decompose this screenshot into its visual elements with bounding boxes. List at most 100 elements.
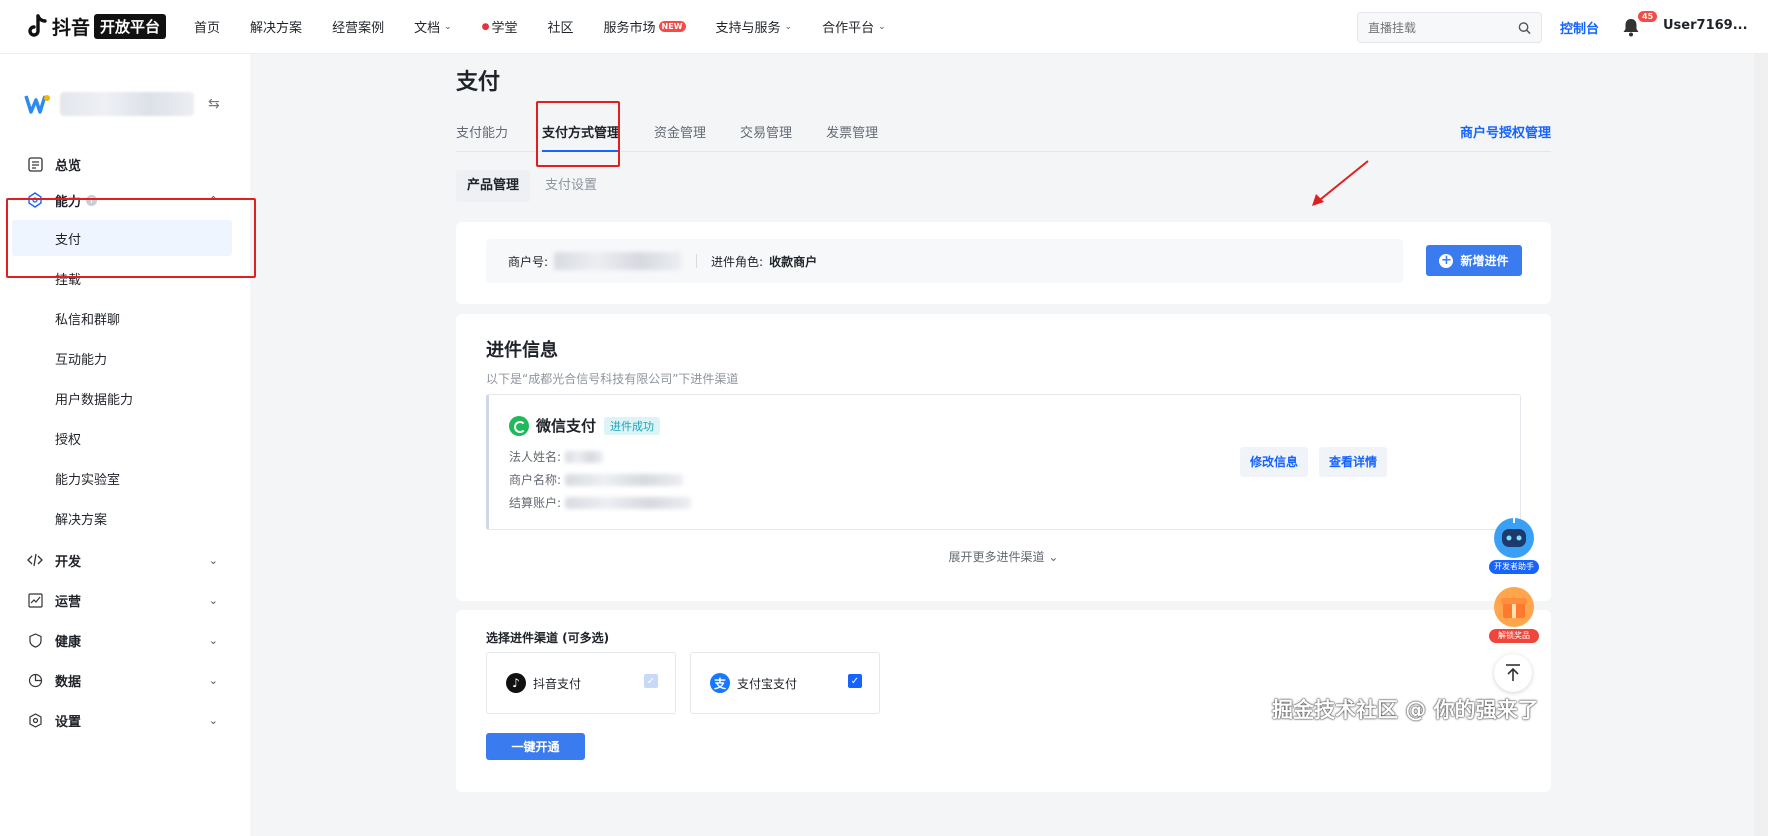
search-icon[interactable] [1518,21,1531,35]
chevron-down-icon: ⌄ [208,553,218,567]
sidebar: ⇆ 总览 能力 i ⌃ 支付 挂载 私信和群聊 互动能力 用户数据能力 授权 能… [0,54,250,836]
merchant-card: 商户号: 进件角色: 收款商户 + 新增进件 [456,222,1551,304]
chevron-down-icon: ⌄ [208,673,218,687]
back-to-top-button[interactable] [1494,654,1532,692]
sidebar-item-capability[interactable]: 能力 i ⌃ [0,180,250,220]
sidebar-menu: 总览 能力 i ⌃ 支付 挂载 私信和群聊 互动能力 用户数据能力 授权 能力实… [0,144,250,740]
nav-support[interactable]: 支持与服务 ⌄ [716,17,793,36]
sidebar-item-overview[interactable]: 总览 [0,144,250,184]
douyin-open-platform-logo[interactable]: 抖音 开放平台 [26,0,167,54]
app-name-redacted [60,92,194,116]
chevron-down-icon: ⌄ [784,21,793,32]
sidebar-item-settings[interactable]: 设置 ⌄ [0,700,250,740]
tab-invoice-management[interactable]: 发票管理 [826,108,878,151]
sidebar-item-label: 运营 [55,594,82,610]
nav-label: 服务市场 [603,21,656,36]
data-icon [26,671,44,689]
subtab-bar: 产品管理 支付设置 [456,170,612,202]
sidebar-item-health[interactable]: 健康 ⌄ [0,620,250,660]
search-input[interactable] [1368,20,1518,35]
sidebar-item-payment[interactable]: 支付 [12,220,232,256]
sidebar-item-lab[interactable]: 能力实验室 [12,460,232,496]
sidebar-item-label: 数据 [55,674,82,690]
nav-home[interactable]: 首页 [194,17,220,36]
sidebar-item-mount[interactable]: 挂载 [12,260,232,296]
app-selector[interactable]: ⇆ [24,92,224,116]
nav-label: 首页 [194,21,221,36]
merchant-id-redacted [554,252,683,270]
app-logo-icon [24,95,50,114]
sidebar-item-user-data[interactable]: 用户数据能力 [12,380,232,416]
sidebar-item-interaction[interactable]: 互动能力 [12,340,232,376]
user-menu[interactable]: User7169... [1663,18,1748,33]
merchant-id-label: 商户号: [508,254,549,269]
switch-app-icon[interactable]: ⇆ [208,96,220,112]
page-scrollbar[interactable] [1754,54,1768,836]
unlock-reward[interactable]: 解锁奖品 [1487,585,1541,643]
robot-icon [1494,518,1534,558]
view-details-button[interactable]: 查看详情 [1319,447,1388,477]
nav-community[interactable]: 社区 [548,17,574,36]
sidebar-item-solutions[interactable]: 解决方案 [12,500,232,536]
nav-label: 合作平台 [822,21,875,36]
chevron-down-icon: ⌄ [208,713,218,727]
main-nav: 首页 解决方案 经营案例 文档 ⌄ ● 学堂 社区 服务市场 NEW 支持与服务 ⌄ 合… [194,17,916,36]
sidebar-item-authorization[interactable]: 授权 [12,420,232,456]
subtab-product-management[interactable]: 产品管理 [456,170,531,202]
role-value: 收款商户 [769,254,818,269]
nav-cases[interactable]: 经营案例 [332,17,384,36]
tab-payment-capability[interactable]: 支付能力 [456,108,508,151]
merchant-authorization-link[interactable]: 商户号授权管理 [1460,122,1551,141]
sidebar-item-develop[interactable]: 开发 ⌄ [0,540,250,580]
field-label: 结算账户: [509,496,562,510]
expand-label: 展开更多进件渠道 [948,550,1045,564]
tab-payment-method-management[interactable]: 支付方式管理 [542,108,621,152]
merchant-name-redacted [565,473,684,486]
nav-market[interactable]: 服务市场 NEW [604,17,686,36]
arrow-up-icon [1506,664,1520,681]
info-icon[interactable]: i [86,194,98,206]
tab-fund-management[interactable]: 资金管理 [654,108,706,151]
nav-label: 文档 [414,21,441,36]
sidebar-item-data[interactable]: 数据 ⌄ [0,660,250,700]
sidebar-item-label: 能力 [55,194,82,210]
section-title: 进件信息 [486,340,558,361]
hot-dot-icon: ● [481,21,490,32]
operation-icon [26,591,44,609]
legal-name-field: 法人姓名: [509,448,604,465]
checkbox-checked-disabled: ✓ [644,674,658,688]
sidebar-item-messages[interactable]: 私信和群聊 [12,300,232,336]
chevron-down-icon: ⌄ [208,593,218,607]
assistant-label: 开发者助手 [1489,560,1539,574]
gift-icon [1494,587,1534,627]
bell-icon[interactable] [1622,17,1640,37]
sidebar-item-operation[interactable]: 运营 ⌄ [0,580,250,620]
merchant-name-field: 商户名称: [509,471,684,488]
nav-solutions[interactable]: 解决方案 [250,17,302,36]
notification-count-badge: 45 [1638,11,1658,22]
code-icon [26,551,44,569]
expand-more-channels[interactable]: 展开更多进件渠道 ⌄ [456,548,1551,565]
add-application-button[interactable]: + 新增进件 [1426,245,1522,276]
channel-name-text: 微信支付 [536,417,597,435]
nav-academy[interactable]: ● 学堂 [482,17,518,36]
reward-label: 解锁奖品 [1489,629,1539,643]
option-douyin-pay[interactable]: ♪ 抖音支付 ✓ [486,652,676,714]
console-link[interactable]: 控制台 [1560,18,1599,37]
annotation-arrow [1312,160,1369,206]
tab-transaction-management[interactable]: 交易管理 [740,108,792,151]
one-click-open-button[interactable]: 一键开通 [486,733,585,760]
sidebar-item-label: 设置 [55,714,82,730]
subtab-payment-settings[interactable]: 支付设置 [534,170,608,202]
developer-assistant[interactable]: 开发者助手 [1487,516,1541,574]
nav-docs[interactable]: 文档 ⌄ [414,17,452,36]
edit-info-button[interactable]: 修改信息 [1240,447,1309,477]
nav-label: 社区 [547,21,574,36]
option-alipay[interactable]: 支 支付宝支付 ✓ [690,652,880,714]
checkbox-checked[interactable]: ✓ [848,674,862,688]
nav-partners[interactable]: 合作平台 ⌄ [822,17,886,36]
sidebar-item-label: 健康 [55,634,82,650]
nav-label: 经营案例 [332,21,385,36]
settlement-account-redacted [565,496,692,509]
field-label: 法人姓名: [509,450,562,464]
